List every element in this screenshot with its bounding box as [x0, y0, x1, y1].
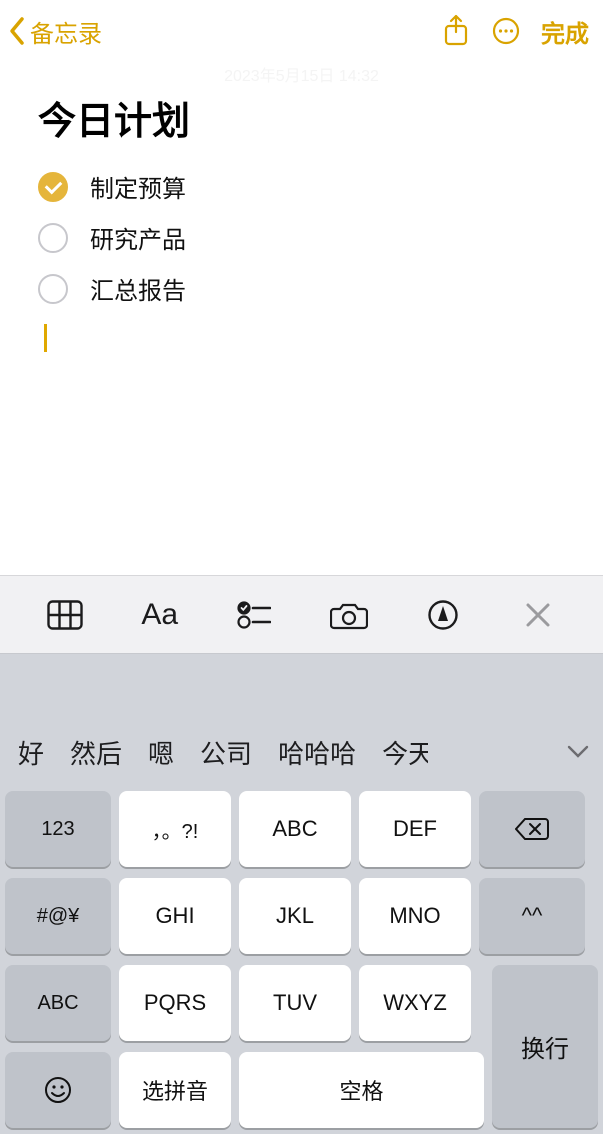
- emoji-icon: [43, 1075, 73, 1105]
- checklist-icon: [237, 600, 271, 630]
- keyboard-gap: [0, 653, 603, 721]
- checklist-item[interactable]: 研究产品: [38, 212, 565, 263]
- key-mno[interactable]: MNO: [359, 878, 471, 954]
- key-abc[interactable]: ABC: [239, 791, 351, 867]
- aa-icon: Aa: [141, 598, 178, 632]
- checklist-item[interactable]: 制定预算: [38, 161, 565, 212]
- checkbox-icon[interactable]: [38, 274, 68, 304]
- ellipsis-circle-icon: [491, 16, 521, 46]
- key-ghi[interactable]: GHI: [119, 878, 231, 954]
- markup-icon: [427, 599, 459, 631]
- markup-button[interactable]: [396, 599, 491, 631]
- key-emoticon[interactable]: ^^: [479, 878, 585, 954]
- candidate[interactable]: 然后: [70, 734, 122, 771]
- key-backspace[interactable]: [479, 791, 585, 867]
- checklist-button[interactable]: [207, 600, 302, 630]
- nav-bar: 备忘录 完成: [0, 0, 603, 62]
- note-date: 2023年5月15日 14:32: [0, 62, 603, 86]
- format-toolbar: Aa: [0, 575, 603, 653]
- key-return[interactable]: 换行: [492, 965, 598, 1128]
- text-format-button[interactable]: Aa: [113, 598, 208, 632]
- candidate-expand-button[interactable]: [559, 745, 597, 759]
- close-keyboard-button[interactable]: [491, 602, 586, 628]
- more-button[interactable]: [481, 16, 531, 46]
- back-label: 备忘录: [30, 14, 102, 49]
- key-emoji[interactable]: [5, 1052, 111, 1128]
- candidate-bar: 好 然后 嗯 公司 哈哈哈 今天: [0, 721, 603, 783]
- camera-button[interactable]: [302, 600, 397, 630]
- camera-icon: [330, 600, 368, 630]
- checklist-item-text[interactable]: 研究产品: [90, 220, 186, 255]
- share-button[interactable]: [431, 14, 481, 48]
- key-tuv[interactable]: TUV: [239, 965, 351, 1041]
- chevron-left-icon: [8, 16, 28, 46]
- checklist-item-text[interactable]: 汇总报告: [90, 271, 186, 306]
- chevron-down-icon: [567, 745, 589, 759]
- checklist-item[interactable]: 汇总报告: [38, 263, 565, 314]
- candidate[interactable]: 公司: [200, 734, 252, 771]
- checklist-item-text[interactable]: 制定预算: [90, 169, 186, 204]
- checkbox-checked-icon[interactable]: [38, 172, 68, 202]
- keyboard: 123 ，。?! ABC DEF #@¥ GHI JKL MNO ^^ ABC: [0, 783, 603, 1134]
- key-def[interactable]: DEF: [359, 791, 471, 867]
- checklist: 制定预算 研究产品 汇总报告: [38, 161, 565, 314]
- candidate[interactable]: 哈哈哈: [278, 734, 356, 771]
- key-wxyz[interactable]: WXYZ: [359, 965, 471, 1041]
- key-punct[interactable]: ，。?!: [119, 791, 231, 867]
- done-button[interactable]: 完成: [541, 14, 589, 49]
- key-jkl[interactable]: JKL: [239, 878, 351, 954]
- key-abc-mode[interactable]: ABC: [5, 965, 111, 1041]
- key-select-pinyin[interactable]: 选拼音: [119, 1052, 231, 1128]
- backspace-icon: [515, 817, 549, 841]
- key-symbols[interactable]: #@¥: [5, 878, 111, 954]
- candidate[interactable]: 今天: [382, 734, 428, 771]
- note-body[interactable]: 2023年5月15日 14:32 今日计划 制定预算 研究产品 汇总报告: [0, 62, 603, 575]
- share-icon: [442, 14, 470, 48]
- table-button[interactable]: [18, 600, 113, 630]
- table-icon: [47, 600, 83, 630]
- key-pqrs[interactable]: PQRS: [119, 965, 231, 1041]
- checkbox-icon[interactable]: [38, 223, 68, 253]
- key-space[interactable]: 空格: [239, 1052, 484, 1128]
- back-button[interactable]: 备忘录: [8, 14, 102, 49]
- close-icon: [525, 602, 551, 628]
- candidate[interactable]: 好: [18, 734, 44, 771]
- note-title[interactable]: 今日计划: [38, 90, 565, 145]
- text-cursor: [44, 324, 47, 352]
- key-123[interactable]: 123: [5, 791, 111, 867]
- candidate[interactable]: 嗯: [148, 734, 174, 771]
